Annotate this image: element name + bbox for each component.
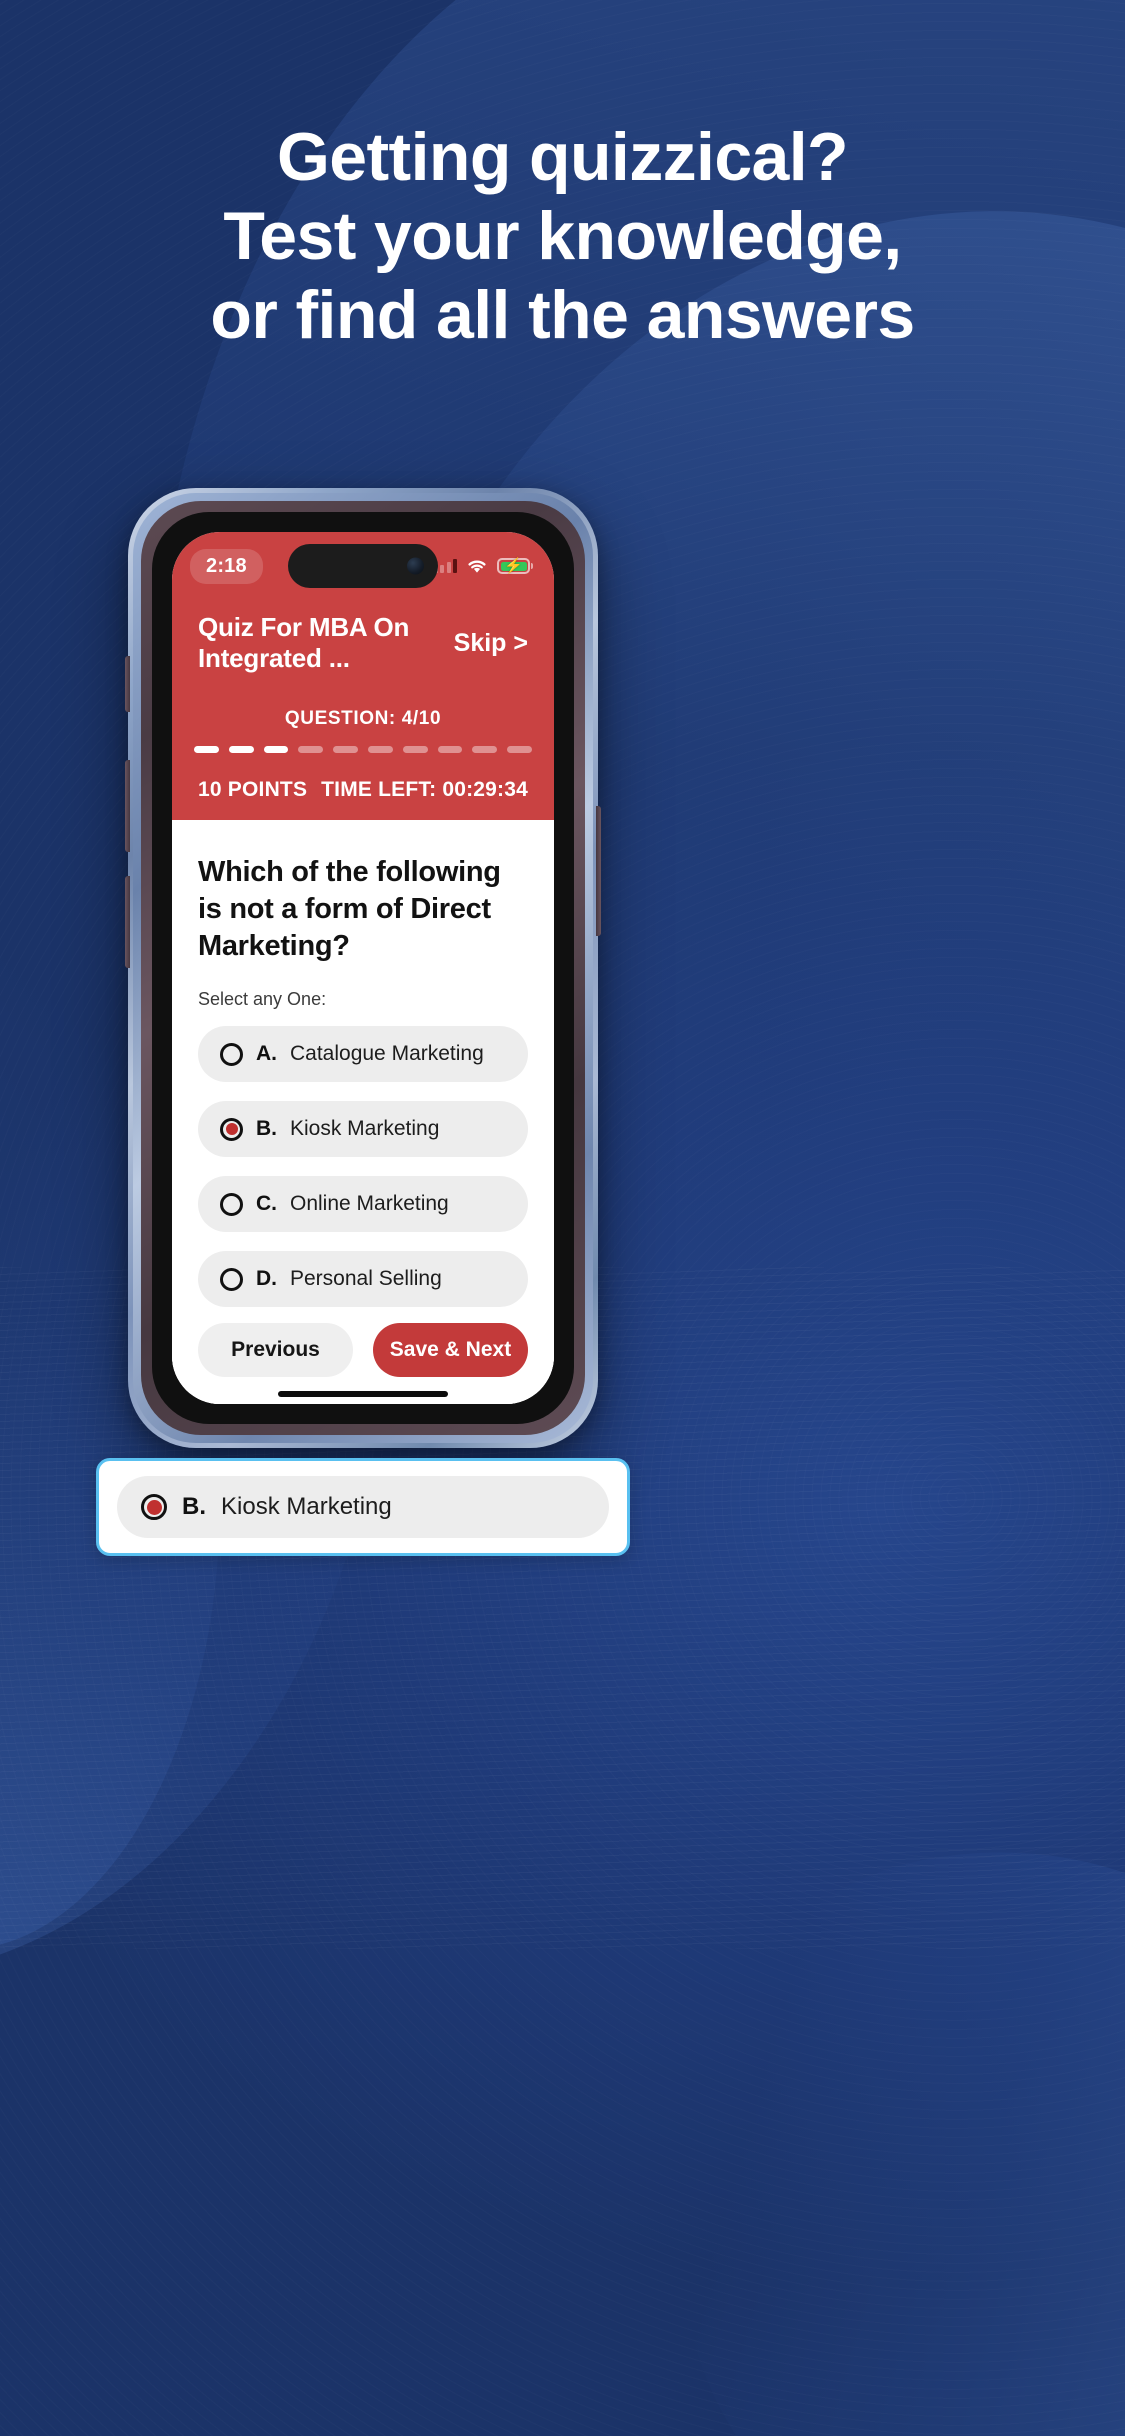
promo-headline: Getting quizzical? Test your knowledge, … xyxy=(0,118,1125,355)
progress-segment xyxy=(263,746,289,753)
question-text: Which of the following is not a form of … xyxy=(198,856,501,962)
radio-button-icon[interactable] xyxy=(220,1192,243,1216)
quiz-footer: Previous Save & Next xyxy=(172,1307,554,1404)
radio-button-selected-icon[interactable] xyxy=(141,1494,167,1520)
progress-segment xyxy=(333,746,358,753)
phone-edge: 2:18 ⚡ Quiz For MBA On Integrated ... Sk… xyxy=(141,501,585,1435)
save-and-next-button[interactable]: Save & Next xyxy=(373,1323,528,1377)
radio-button-selected-icon[interactable] xyxy=(220,1117,243,1141)
volume-down-button[interactable] xyxy=(125,876,130,968)
silence-switch-button[interactable] xyxy=(125,656,130,712)
headline-line-2: Test your knowledge, xyxy=(223,198,902,274)
answer-option-c[interactable]: C. Online Marketing xyxy=(198,1176,528,1232)
progress-segment xyxy=(507,746,532,753)
wifi-icon xyxy=(466,558,488,574)
progress-segment xyxy=(298,746,324,753)
progress-segment xyxy=(437,746,463,753)
question-counter: QUESTION: 4/10 xyxy=(284,708,442,729)
quiz-title: Quiz For MBA On Integrated ... xyxy=(198,612,410,673)
progress-segment xyxy=(472,746,498,753)
callout-answer-option-b[interactable]: B. Kiosk Marketing xyxy=(117,1476,609,1538)
progress-segment xyxy=(194,746,219,753)
dynamic-island xyxy=(288,544,438,588)
option-text: Catalogue Marketing xyxy=(290,1042,484,1065)
option-text: Kiosk Marketing xyxy=(290,1117,440,1140)
progress-segment xyxy=(367,746,393,753)
option-letter: D. xyxy=(256,1267,277,1290)
time-left-label: TIME LEFT: 00:29:34 xyxy=(321,778,528,801)
phone-body: 2:18 ⚡ Quiz For MBA On Integrated ... Sk… xyxy=(152,512,574,1424)
status-time: 2:18 xyxy=(190,548,263,584)
quiz-body: Which of the following is not a form of … xyxy=(172,820,554,1404)
option-letter: B. xyxy=(256,1117,277,1140)
progress-segment xyxy=(228,746,254,753)
phone-rim: 2:18 ⚡ Quiz For MBA On Integrated ... Sk… xyxy=(133,493,593,1443)
radio-button-icon[interactable] xyxy=(220,1267,243,1291)
answer-option-d[interactable]: D. Personal Selling xyxy=(198,1251,528,1307)
option-letter: C. xyxy=(256,1192,277,1215)
front-camera-icon xyxy=(407,557,424,575)
previous-button[interactable]: Previous xyxy=(198,1323,353,1377)
status-icons: ⚡ xyxy=(433,558,530,574)
home-indicator xyxy=(278,1391,448,1397)
power-button[interactable] xyxy=(596,806,601,936)
quiz-title-row: Quiz For MBA On Integrated ... Skip > xyxy=(172,600,554,678)
quiz-header: 2:18 ⚡ Quiz For MBA On Integrated ... Sk… xyxy=(172,532,554,820)
progress-segment xyxy=(402,746,428,753)
select-hint: Select any One: xyxy=(198,989,327,1009)
battery-charging-icon: ⚡ xyxy=(497,558,530,574)
volume-up-button[interactable] xyxy=(125,760,130,852)
radio-button-icon[interactable] xyxy=(220,1042,243,1066)
option-letter: A. xyxy=(256,1042,277,1065)
answer-option-b[interactable]: B. Kiosk Marketing xyxy=(198,1101,528,1157)
answer-option-a[interactable]: A. Catalogue Marketing xyxy=(198,1026,528,1082)
option-letter: B. xyxy=(182,1493,206,1520)
phone-mockup: 2:18 ⚡ Quiz For MBA On Integrated ... Sk… xyxy=(125,488,601,1448)
phone-frame: 2:18 ⚡ Quiz For MBA On Integrated ... Sk… xyxy=(125,488,601,1448)
status-bar: 2:18 ⚡ xyxy=(172,532,554,600)
progress-bar xyxy=(172,746,554,753)
headline-line-3: or find all the answers xyxy=(210,277,915,353)
option-text: Online Marketing xyxy=(290,1192,449,1215)
option-text: Personal Selling xyxy=(290,1267,442,1290)
quiz-meta-row: 10 POINTS TIME LEFT: 00:29:34 xyxy=(172,778,554,802)
points-label: 10 POINTS xyxy=(198,778,308,801)
skip-button[interactable]: Skip > xyxy=(454,629,528,658)
selected-answer-callout[interactable]: B. Kiosk Marketing xyxy=(96,1458,630,1556)
phone-screen: 2:18 ⚡ Quiz For MBA On Integrated ... Sk… xyxy=(172,532,554,1404)
headline-line-1: Getting quizzical? xyxy=(277,119,849,195)
option-text: Kiosk Marketing xyxy=(221,1493,392,1520)
